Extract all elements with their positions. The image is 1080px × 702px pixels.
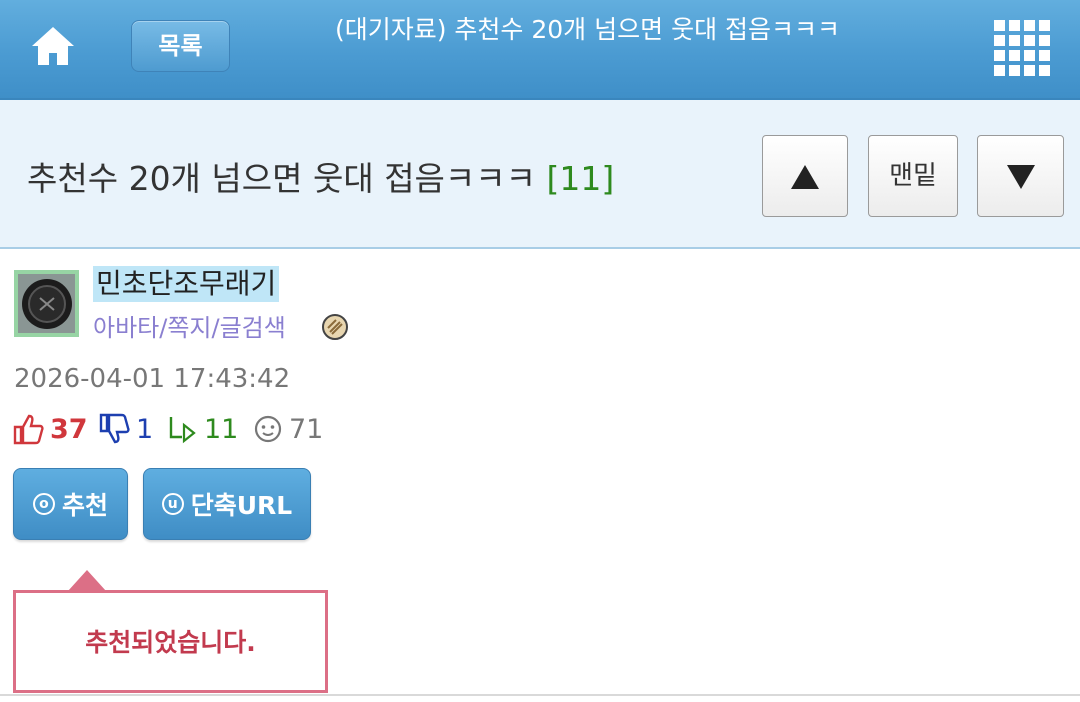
thumbs-up-icon (13, 414, 44, 445)
divider (0, 694, 1080, 696)
tooltip-arrow (68, 570, 106, 591)
recommend-circle-icon: o (32, 493, 55, 515)
recommend-success-message: 추천되었습니다. (13, 590, 328, 693)
thumbs-down-icon (99, 413, 130, 444)
face-icon (254, 415, 282, 443)
recommend-count-value: 37 (50, 413, 88, 445)
comment-count[interactable]: [11] (547, 159, 615, 198)
scroll-down-button[interactable] (977, 135, 1064, 217)
reply-arrow-icon (169, 417, 196, 444)
recommend-button-label: 추천 (61, 491, 108, 520)
short-url-button[interactable]: u 단축URL (143, 468, 311, 540)
view-count-value: 71 (289, 413, 324, 445)
scroll-up-button[interactable] (762, 135, 848, 217)
recommend-button[interactable]: o 추천 (13, 468, 128, 540)
view-count: 71 (253, 410, 323, 448)
short-url-button-label: 단축URL (190, 491, 293, 520)
home-icon[interactable] (30, 24, 76, 68)
unrecommend-count: 1 (98, 410, 153, 448)
list-button[interactable]: 목록 (131, 20, 230, 72)
reply-count-value: 11 (204, 413, 239, 445)
post-date: 2026-04-01 17:43:42 (14, 364, 291, 394)
unrecommend-count-value: 1 (136, 413, 154, 445)
triangle-down-icon (1006, 164, 1035, 189)
recommend-count: 37 (12, 410, 88, 448)
author-links[interactable]: 아바타/쪽지/글검색 (93, 308, 286, 343)
post-title-text: 추천수 20개 넘으면 웃대 접음ㅋㅋㅋ (27, 159, 536, 198)
header-title: (대기자료) 추천수 20개 넘으면 웃대 접음ㅋㅋㅋ (334, 15, 841, 44)
avatar[interactable] (14, 270, 79, 337)
top-header: 목록 (대기자료) 추천수 20개 넘으면 웃대 접음ㅋㅋㅋ (0, 0, 1080, 100)
short-url-circle-icon: u (161, 493, 184, 515)
triangle-up-icon (791, 164, 819, 189)
post-title: 추천수 20개 넘으면 웃대 접음ㅋㅋㅋ [11] (27, 152, 614, 200)
grid-menu-icon[interactable] (994, 20, 1050, 76)
scroll-bottom-button[interactable]: 맨밑 (868, 135, 958, 217)
level-badge-icon (322, 314, 348, 340)
reply-count: 11 (166, 410, 238, 448)
author-name[interactable]: 민초단조무래기 (93, 266, 280, 302)
